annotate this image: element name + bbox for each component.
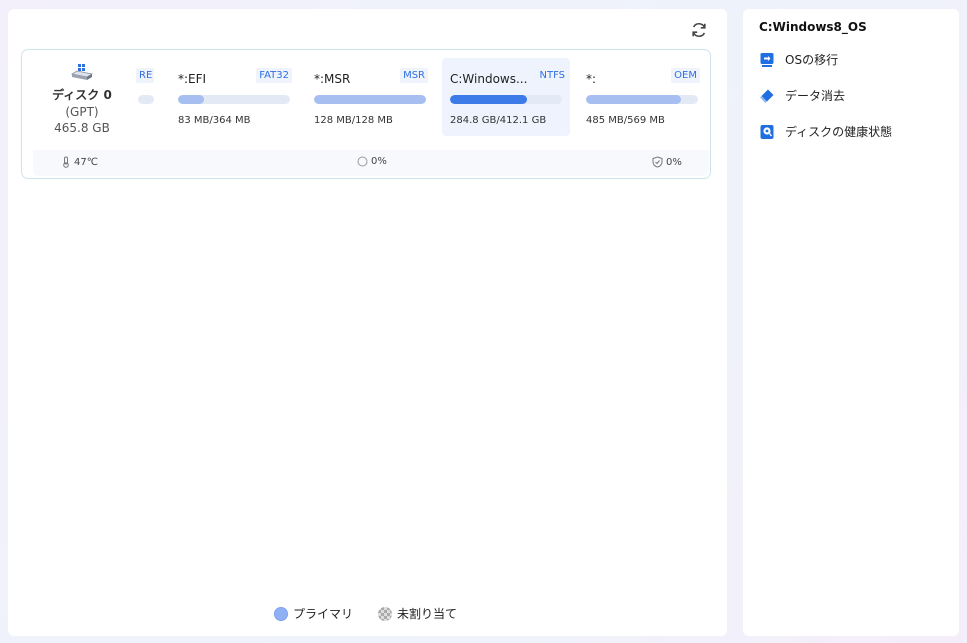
- partition-name: *:MSR: [314, 72, 351, 86]
- health-stat: 0%: [652, 156, 682, 168]
- partition-fs-tag: NTFS: [536, 68, 568, 83]
- os-migrate-button[interactable]: OSの移行: [759, 51, 838, 68]
- partition-usage-bar: [178, 95, 290, 104]
- disk-card[interactable]: ディスク 0 (GPT) 465.8 GB RE *:EFI FAT32 83 …: [21, 49, 711, 179]
- unallocated-swatch-icon: [378, 606, 392, 621]
- partition-usage-text: 128 MB/128 MB: [314, 115, 393, 126]
- disk-drive-icon: [70, 64, 94, 80]
- disk-health-icon: [759, 124, 775, 140]
- wipe-data-button[interactable]: データ消去: [759, 87, 845, 104]
- partition-usage-bar: [450, 95, 562, 104]
- refresh-icon: [692, 22, 706, 38]
- temperature-stat: 47℃: [61, 156, 98, 168]
- partition-usage-fill: [450, 95, 528, 104]
- main-panel: ディスク 0 (GPT) 465.8 GB RE *:EFI FAT32 83 …: [8, 9, 727, 636]
- disk-health-label: ディスクの健康状態: [785, 125, 893, 139]
- wipe-data-label: データ消去: [785, 89, 846, 103]
- legend-unallocated-label: 未割り当て: [397, 607, 458, 621]
- disk-name: ディスク 0: [52, 88, 112, 102]
- disk-health-button[interactable]: ディスクの健康状態: [759, 123, 892, 140]
- partition-usage-fill: [314, 95, 426, 104]
- partition-efi[interactable]: *:EFI FAT32 83 MB/364 MB: [170, 58, 294, 136]
- disk-info: ディスク 0 (GPT) 465.8 GB: [38, 64, 126, 135]
- disk-size: 465.8 GB: [54, 121, 110, 135]
- partition-usage-fill: [178, 95, 204, 104]
- partition-name: C:Windows...: [450, 72, 528, 86]
- usage-stat: 0%: [357, 156, 387, 167]
- partition-oem[interactable]: *: OEM 485 MB/569 MB: [578, 58, 702, 136]
- disk-partition-style: (GPT): [65, 105, 99, 119]
- health-value: 0%: [666, 156, 682, 168]
- partition-usage-text: 83 MB/364 MB: [178, 115, 251, 126]
- temperature-value: 47℃: [74, 156, 98, 168]
- partition-name: *:EFI: [178, 72, 207, 86]
- partition-usage-bar: [586, 95, 698, 104]
- refresh-button[interactable]: [688, 19, 710, 41]
- legend-primary-label: プライマリ: [293, 607, 354, 621]
- partition-usage-fill: [586, 95, 682, 104]
- usage-circle-icon: [357, 156, 368, 167]
- partition-fs-tag: RE: [136, 68, 154, 83]
- partition-fs-tag: OEM: [671, 68, 700, 83]
- partition-msr[interactable]: *:MSR MSR 128 MB/128 MB: [306, 58, 430, 136]
- partition-usage-text: 284.8 GB/412.1 GB: [450, 115, 547, 126]
- selected-partition-title: C:Windows8_OS: [759, 20, 867, 34]
- partition-usage-bar: [314, 95, 426, 104]
- partition-usage-bar: [138, 95, 154, 104]
- partition-usage-text: 485 MB/569 MB: [586, 115, 665, 126]
- thermometer-icon: [63, 156, 69, 168]
- primary-swatch-icon: [274, 606, 288, 621]
- partition-fs-tag: MSR: [400, 68, 428, 83]
- legend-unallocated: 未割り当て: [378, 605, 457, 622]
- operations-sidebar: C:Windows8_OS OSの移行 データ消去 ディスクの健康状態: [743, 9, 959, 636]
- os-migrate-label: OSの移行: [785, 53, 839, 67]
- partition-re[interactable]: RE: [134, 58, 154, 136]
- legend-primary: プライマリ: [274, 605, 353, 622]
- partition-fs-tag: FAT32: [256, 68, 292, 83]
- eraser-icon: [759, 88, 775, 104]
- usage-value: 0%: [371, 156, 387, 167]
- partition-name: *:: [586, 72, 597, 86]
- os-migrate-icon: [759, 52, 775, 68]
- disk-stats-bar: 47℃ 0% 0%: [33, 150, 709, 176]
- partition-c-windows[interactable]: C:Windows... NTFS 284.8 GB/412.1 GB: [442, 58, 570, 136]
- shield-check-icon: [652, 156, 663, 168]
